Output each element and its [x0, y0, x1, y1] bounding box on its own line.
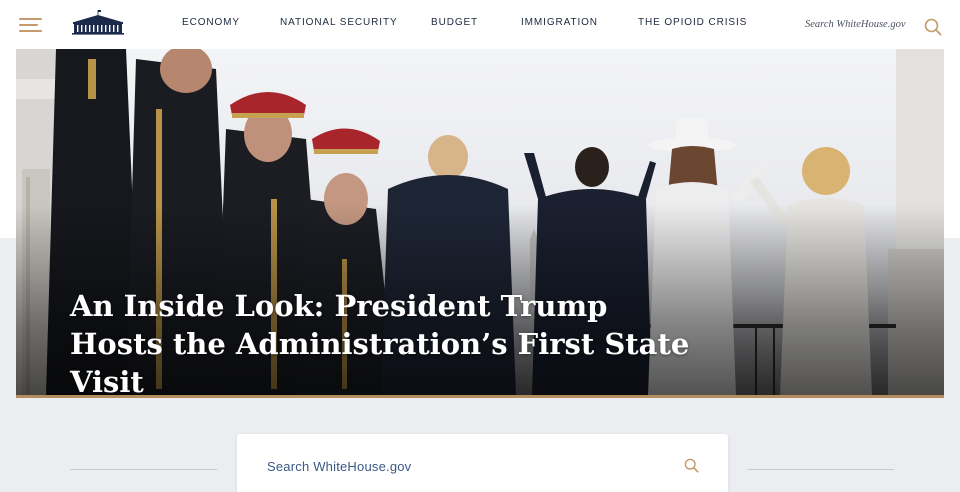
hero-accent-rule	[16, 395, 944, 398]
nav-item-national-security[interactable]: NATIONAL SECURITY	[280, 17, 398, 28]
hero-title[interactable]: An Inside Look: President Trump Hosts th…	[70, 287, 710, 395]
nav-item-economy[interactable]: ECONOMY	[182, 17, 240, 28]
divider-right	[748, 469, 894, 470]
search-icon[interactable]	[924, 18, 942, 36]
nav-item-immigration[interactable]: IMMIGRATION	[521, 17, 598, 28]
nav-item-opioid-crisis[interactable]: THE OPIOID CRISIS	[638, 17, 747, 28]
white-house-logo[interactable]	[70, 9, 126, 35]
hero-banner[interactable]: An Inside Look: President Trump Hosts th…	[16, 49, 944, 395]
header-search-field[interactable]: Search WhiteHouse.gov	[805, 19, 906, 30]
search-icon[interactable]	[684, 458, 699, 473]
search-panel	[237, 434, 728, 492]
search-input[interactable]	[267, 456, 667, 476]
hamburger-menu-icon[interactable]	[19, 17, 43, 33]
divider-left	[70, 469, 217, 470]
nav-item-budget[interactable]: BUDGET	[431, 17, 478, 28]
site-header: ECONOMY NATIONAL SECURITY BUDGET IMMIGRA…	[0, 0, 960, 49]
